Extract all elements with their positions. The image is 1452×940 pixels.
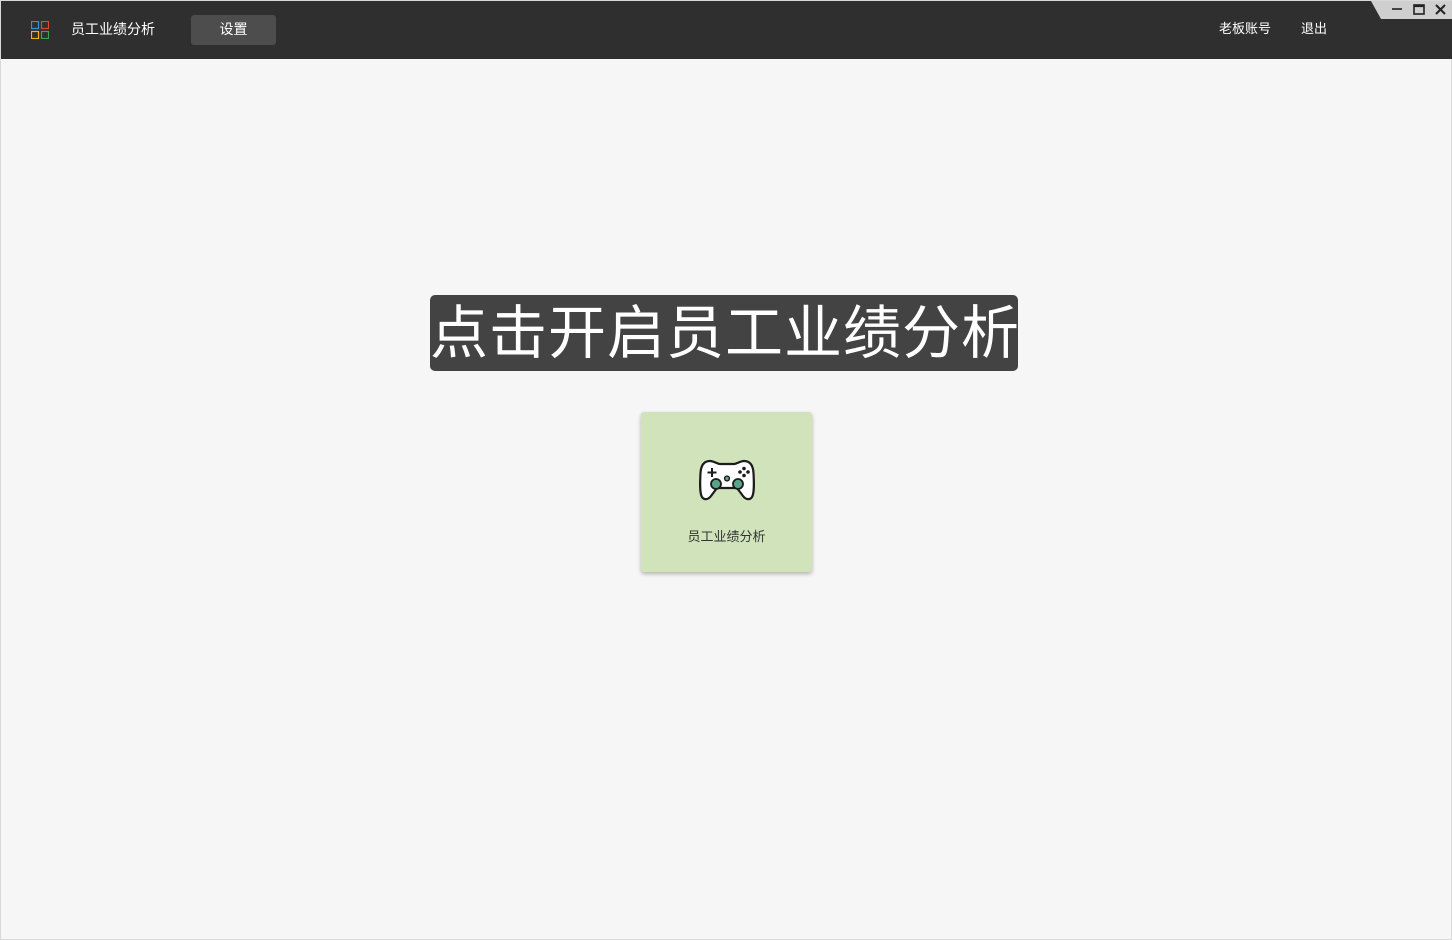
start-analysis-banner[interactable]: 点击开启员工业绩分析 [430,295,1019,371]
employee-performance-tile[interactable]: 员工业绩分析 [641,412,812,572]
tile-label: 员工业绩分析 [687,530,766,545]
app-title: 员工业绩分析 [71,22,155,38]
maximize-icon[interactable] [1409,1,1429,19]
close-icon[interactable] [1431,1,1451,19]
window-controls [1371,1,1452,19]
account-link[interactable]: 老板账号 [1219,19,1271,41]
title-bar: 员工业绩分析 设置 老板账号 退出 [1,1,1452,59]
settings-button[interactable]: 设置 [191,15,276,45]
app-logo-icon [31,21,49,39]
logout-link[interactable]: 退出 [1301,19,1327,41]
app-window: 员工业绩分析 设置 老板账号 退出 点击开启员工业绩分析 员工业绩分析 [0,0,1452,940]
minimize-icon[interactable] [1387,1,1407,19]
gamepad-icon [698,459,756,501]
